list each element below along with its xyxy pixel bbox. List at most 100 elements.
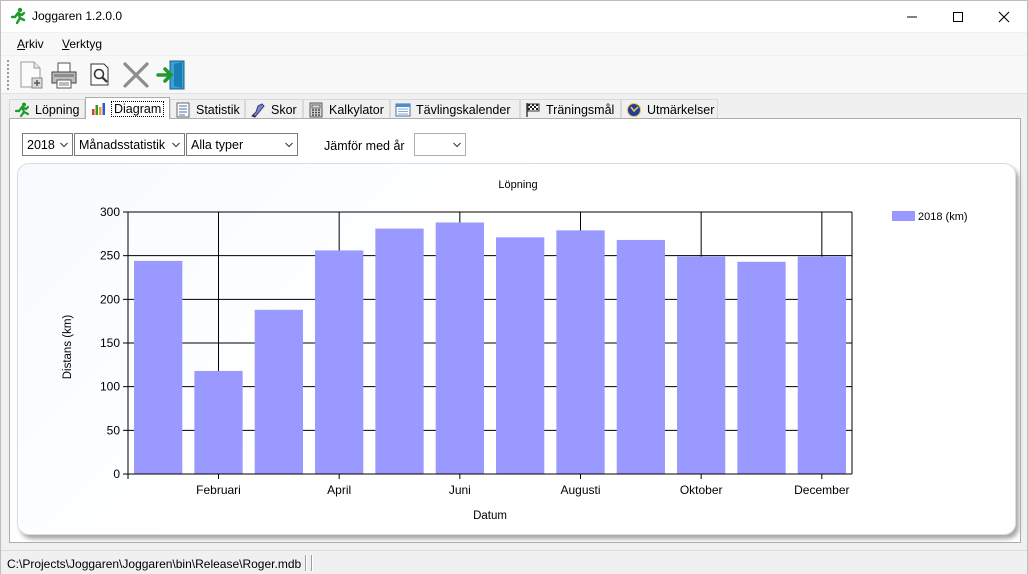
tab-statistik-label: Statistik xyxy=(196,102,240,117)
legend-swatch xyxy=(892,211,915,221)
chart-bar xyxy=(797,256,846,474)
title-bar: Joggaren 1.2.0.0 xyxy=(1,1,1027,32)
menu-arkiv-mnemonic: A xyxy=(17,37,26,51)
chart-y-ticks: 0 50 100 150 200 250 300 xyxy=(100,205,128,481)
chart-bar xyxy=(737,261,786,474)
calculator-icon xyxy=(309,102,323,117)
tab-lopning-label: Löpning xyxy=(35,102,80,117)
chart-legend: 2018 (km) xyxy=(882,204,982,229)
chart-bar xyxy=(194,370,243,474)
list-icon xyxy=(176,102,190,117)
tab-traningsmal-label: Träningsmål xyxy=(546,102,615,117)
exit-button[interactable] xyxy=(156,59,188,91)
menu-arkiv-label: rkiv xyxy=(25,37,44,51)
chevron-down-icon xyxy=(172,142,180,148)
chevron-down-icon xyxy=(285,142,293,148)
compare-year-label: Jämför med år xyxy=(324,139,405,153)
chevron-down-icon xyxy=(60,142,68,148)
chart-bar xyxy=(435,222,484,474)
delete-icon xyxy=(123,62,149,88)
chart-bar xyxy=(254,309,303,474)
y-tick-label: 250 xyxy=(100,249,120,263)
new-icon xyxy=(20,61,43,89)
new-button[interactable] xyxy=(15,59,47,91)
menu-bar: Arkiv Verktyg xyxy=(1,33,1027,55)
tab-skor-label: Skor xyxy=(271,102,297,117)
print-preview-icon xyxy=(90,63,109,86)
chart-bar xyxy=(616,239,665,474)
chevron-down-icon xyxy=(453,142,461,148)
y-tick-label: 150 xyxy=(100,336,120,350)
tab-lopning[interactable]: Löpning xyxy=(9,99,85,119)
menu-verktyg-label: erktyg xyxy=(69,37,103,51)
status-separator xyxy=(311,555,313,571)
runner-icon xyxy=(10,7,26,25)
exit-icon xyxy=(156,60,185,90)
y-tick-label: 300 xyxy=(100,205,120,219)
y-tick-label: 0 xyxy=(113,467,120,481)
maximize-icon xyxy=(953,11,963,22)
y-tick-label: 200 xyxy=(100,292,120,306)
minimize-icon xyxy=(907,16,917,17)
x-tick-label: Augusti xyxy=(560,483,600,497)
maximize-button[interactable] xyxy=(935,1,981,32)
tab-diagram[interactable]: Diagram xyxy=(85,97,170,119)
diagram-panel: 2018 Månadsstatistik Alla typer Jämför m… xyxy=(9,118,1021,543)
minimize-button[interactable] xyxy=(889,1,935,32)
toolbar-grip[interactable] xyxy=(7,60,10,90)
close-icon xyxy=(998,11,1010,22)
chart-bar xyxy=(375,228,424,474)
print-icon xyxy=(51,62,77,89)
tab-kalkylator[interactable]: Kalkylator xyxy=(303,99,390,119)
y-tick-label: 50 xyxy=(107,423,121,437)
tab-utmarkelser[interactable]: Utmärkelser xyxy=(621,99,718,119)
x-tick-label: Juni xyxy=(449,483,471,497)
chart-bar xyxy=(556,230,605,474)
type-select[interactable]: Alla typer xyxy=(186,133,298,156)
chart-title: Löpning xyxy=(498,179,537,191)
y-axis-label: Distans (km) xyxy=(62,315,74,380)
tab-statistik[interactable]: Statistik xyxy=(170,99,245,119)
shoe-icon xyxy=(251,102,265,118)
y-tick-label: 100 xyxy=(100,380,120,394)
tab-tavlingskalender[interactable]: Tävlingskalender xyxy=(390,99,520,119)
x-tick-label: Oktober xyxy=(680,483,723,497)
tab-diagram-label: Diagram xyxy=(111,100,165,117)
tab-traningsmal[interactable]: Träningsmål xyxy=(520,99,621,119)
tab-skor[interactable]: Skor xyxy=(245,99,303,119)
chart-bar xyxy=(315,250,364,474)
chart-bar xyxy=(677,256,726,474)
menu-verktyg[interactable]: Verktyg xyxy=(62,37,102,51)
tab-strip: Löpning Diagram Statistik Skor Kalkylato… xyxy=(9,97,1021,119)
statistic-select[interactable]: Månadsstatistik xyxy=(74,133,185,156)
flag-icon xyxy=(526,102,540,117)
close-button[interactable] xyxy=(981,1,1027,32)
x-tick-label: December xyxy=(794,483,849,497)
status-bar: C:\Projects\Joggaren\Joggaren\bin\Releas… xyxy=(1,550,1027,574)
delete-button[interactable] xyxy=(120,59,152,91)
print-preview-button[interactable] xyxy=(84,59,116,91)
year-select[interactable]: 2018 xyxy=(22,133,73,156)
bar-chart-icon xyxy=(92,102,105,115)
chart-bar xyxy=(496,237,545,474)
type-select-value: Alla typer xyxy=(191,138,244,152)
x-axis-label: Datum xyxy=(473,510,507,522)
tab-utmarkelser-label: Utmärkelser xyxy=(647,102,715,117)
compare-year-select[interactable] xyxy=(414,133,466,156)
status-separator xyxy=(305,555,307,571)
print-button[interactable] xyxy=(48,59,80,91)
x-tick-label: April xyxy=(327,483,351,497)
runner-icon xyxy=(14,102,30,117)
chart-x-ticks: Februari April Juni Augusti Oktober December xyxy=(196,474,850,497)
tab-kalkylator-label: Kalkylator xyxy=(329,102,384,117)
medal-icon xyxy=(627,102,641,117)
toolbar xyxy=(1,56,1027,94)
year-select-value: 2018 xyxy=(27,138,55,152)
legend-label: 2018 (km) xyxy=(918,211,968,223)
distance-chart: Löpning 0 50 100 150 200 250 300 Februari April… xyxy=(62,179,982,522)
chart-area: Löpning 0 50 100 150 200 250 300 Februari April… xyxy=(17,163,1016,535)
chart-bar xyxy=(134,260,183,474)
calendar-icon xyxy=(395,103,411,116)
menu-arkiv[interactable]: Arkiv xyxy=(17,37,44,51)
status-path: C:\Projects\Joggaren\Joggaren\bin\Releas… xyxy=(7,557,302,571)
